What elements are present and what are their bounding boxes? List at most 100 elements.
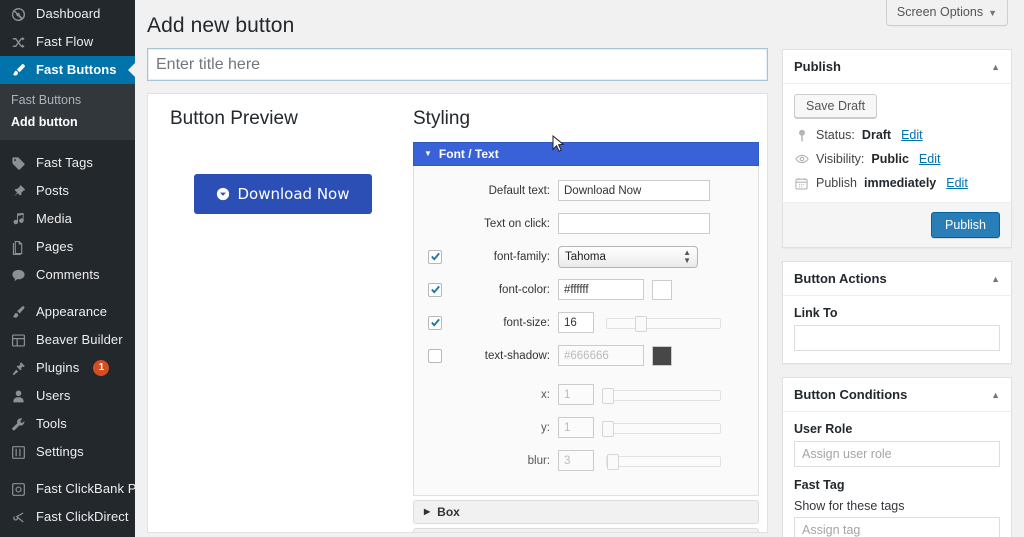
font-text-fields: Default text: Text on click: (413, 166, 759, 496)
publish-button[interactable]: Publish (931, 212, 1000, 238)
shadow-y-slider[interactable] (606, 421, 721, 435)
font-color-swatch[interactable] (652, 280, 672, 300)
dashboard-icon (10, 6, 27, 23)
status-label: Status: (816, 128, 855, 142)
sidebar-item-pages[interactable]: Pages (0, 233, 135, 261)
sidebar-item-label: Dashboard (36, 0, 101, 28)
sidebar-item-comments[interactable]: Comments (0, 261, 135, 289)
sidebar-submenu-fast-buttons: Fast Buttons Add button (0, 84, 135, 140)
font-family-checkbox[interactable] (428, 250, 442, 264)
slider-thumb[interactable] (602, 421, 614, 437)
sidebar-item-label: Users (36, 382, 70, 410)
sidebar-item-beaver-builder[interactable]: Beaver Builder (0, 326, 135, 354)
sidebar-item-fast-tags[interactable]: Fast Tags (0, 149, 135, 177)
shadow-blur-slider[interactable] (606, 454, 721, 468)
chevron-up-icon[interactable]: ▲ (991, 62, 1000, 72)
field-label: Default text: (452, 185, 558, 197)
checkbox-slot (418, 316, 452, 330)
font-color-checkbox[interactable] (428, 283, 442, 297)
user-role-input[interactable] (794, 441, 1000, 467)
sidebar-subitem-add-button[interactable]: Add button (0, 111, 135, 133)
button-actions-panel: Button Actions ▲ Link To (782, 261, 1012, 364)
sidebar-item-tools[interactable]: Tools (0, 410, 135, 438)
sidebar-item-plugins[interactable]: Plugins 1 (0, 354, 135, 382)
font-size-input[interactable] (558, 312, 594, 333)
accordion-header-box[interactable]: ▶ Box (413, 500, 759, 524)
font-color-input[interactable] (558, 279, 644, 300)
default-text-input[interactable] (558, 180, 710, 201)
status-edit-link[interactable]: Edit (901, 128, 923, 142)
publish-panel-footer: Publish (783, 202, 1011, 247)
tag-icon (10, 155, 27, 172)
plugins-update-badge: 1 (93, 360, 109, 376)
sliders-icon (10, 444, 27, 461)
slider-thumb[interactable] (635, 316, 647, 332)
field-label: Text on click: (452, 218, 558, 230)
font-family-select[interactable]: Tahoma ▲▼ (558, 246, 698, 268)
link-to-input[interactable] (794, 325, 1000, 351)
field-row-font-size: font-size: (418, 310, 748, 335)
chevron-up-icon[interactable]: ▲ (991, 274, 1000, 284)
font-size-slider[interactable] (606, 316, 721, 330)
shadow-blur-input[interactable] (558, 450, 594, 471)
font-size-checkbox[interactable] (428, 316, 442, 330)
shadow-x-input[interactable] (558, 384, 594, 405)
sidebar-item-label: Fast Tags (36, 149, 93, 177)
slider-thumb[interactable] (607, 454, 619, 470)
visibility-row: Visibility: Public Edit (794, 152, 1000, 166)
sidebar-item-label: Fast ClickDirect (36, 503, 129, 531)
eye-icon (794, 153, 809, 165)
text-shadow-swatch[interactable] (652, 346, 672, 366)
text-shadow-input[interactable] (558, 345, 644, 366)
visibility-value: Public (871, 152, 909, 166)
screen-options-label: Screen Options (897, 5, 983, 19)
accordion-header-border[interactable]: ▶ Border (413, 528, 759, 533)
screen-options-button[interactable]: Screen Options▼ (886, 0, 1008, 26)
post-title-input[interactable] (147, 48, 768, 81)
shadow-x-slider[interactable] (606, 388, 721, 402)
shuffle-icon (10, 34, 27, 51)
save-draft-button[interactable]: Save Draft (794, 94, 877, 118)
visibility-edit-link[interactable]: Edit (919, 152, 941, 166)
field-row-shadow-blur: blur: (418, 448, 748, 473)
sidebar-item-label: Media (36, 205, 72, 233)
sidebar-item-fast-clickdirect[interactable]: Fast ClickDirect (0, 503, 135, 531)
plug-icon (10, 360, 27, 377)
show-tags-input[interactable] (794, 517, 1000, 537)
text-on-click-input[interactable] (558, 213, 710, 234)
text-shadow-checkbox[interactable] (428, 349, 442, 363)
chevron-up-icon[interactable]: ▲ (991, 390, 1000, 400)
accordion-header-font-text[interactable]: ▼ Font / Text (413, 142, 759, 166)
link-to-label: Link To (794, 306, 1000, 320)
shadow-y-input[interactable] (558, 417, 594, 438)
checkbox-slot (418, 250, 452, 264)
sidebar-item-fast-clickbank-pro[interactable]: Fast ClickBank Pro (0, 475, 135, 503)
brush-icon (10, 62, 27, 79)
sidebar-item-label: Posts (36, 177, 69, 205)
pin-icon (10, 183, 27, 200)
button-preview-area: Download Now (170, 174, 413, 214)
sidebar-item-media[interactable]: Media (0, 205, 135, 233)
sidebar-subitem-fast-buttons[interactable]: Fast Buttons (0, 89, 135, 111)
media-icon (10, 211, 27, 228)
sidebar-item-appearance[interactable]: Appearance (0, 298, 135, 326)
sidebar-item-label: Fast ClickBank Pro (36, 475, 135, 503)
field-label: font-color: (452, 284, 558, 296)
font-family-value: Tahoma (565, 251, 606, 263)
sidebar-item-posts[interactable]: Posts (0, 177, 135, 205)
editor-column: Button Preview Download Now Styling (147, 41, 768, 537)
sidebar-item-fast-flow[interactable]: Fast Flow (0, 28, 135, 56)
sidebar-item-users[interactable]: Users (0, 382, 135, 410)
clickdirect-icon (10, 509, 27, 526)
sidebar-item-dashboard[interactable]: Dashboard (0, 0, 135, 28)
admin-sidebar: Dashboard Fast Flow Fast Buttons Fast Bu… (0, 0, 135, 537)
download-now-preview-button[interactable]: Download Now (194, 174, 372, 214)
sidebar-item-fast-buttons[interactable]: Fast Buttons (0, 56, 135, 84)
layout-icon (10, 332, 27, 349)
styling-heading: Styling (413, 108, 759, 130)
schedule-edit-link[interactable]: Edit (946, 176, 968, 190)
field-label: font-size: (452, 317, 558, 329)
schedule-label: Publish (816, 176, 857, 190)
sidebar-item-settings[interactable]: Settings (0, 438, 135, 466)
slider-thumb[interactable] (602, 388, 614, 404)
